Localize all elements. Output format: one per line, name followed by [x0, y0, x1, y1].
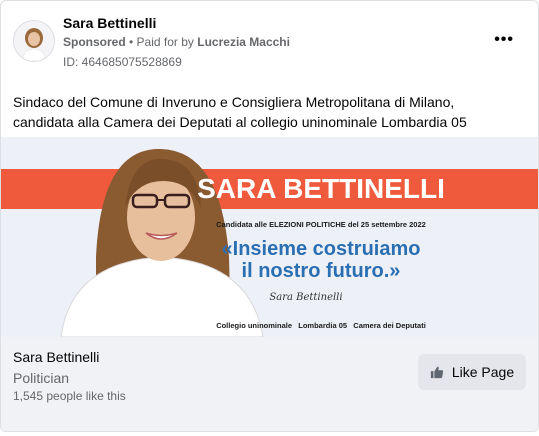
- banner-slogan-line1: «Insieme costruiamo: [222, 238, 421, 260]
- ad-id: ID: 464685075528869: [63, 55, 182, 69]
- banner-signature: Sara Bettinelli: [269, 292, 342, 303]
- banner-slogan-line2: il nostro futuro.»: [242, 260, 401, 282]
- page-name-link[interactable]: Sara Bettinelli: [63, 15, 156, 31]
- paid-for-prefix: • Paid for by: [129, 35, 194, 49]
- page-footer: Sara Bettinelli Politician 1,545 people …: [1, 337, 538, 431]
- page-avatar[interactable]: [13, 20, 55, 62]
- more-horizontal-icon[interactable]: •••: [494, 31, 514, 49]
- sponsored-line: Sponsored • Paid for by Lucrezia Macchi: [63, 35, 290, 49]
- post-text: Sindaco del Comune di Inveruno e Consigl…: [13, 94, 467, 130]
- sponsored-label: Sponsored: [63, 35, 126, 49]
- payer-name: Lucrezia Macchi: [197, 35, 290, 49]
- banner-footer-line: Collegio uninominale Lombardia 05 Camera…: [216, 321, 426, 330]
- banner-candidacy: Candidata alle ELEZIONI POLITICHE del 25…: [216, 220, 426, 229]
- banner-name: SARA BETTINELLI: [197, 173, 445, 204]
- ad-image[interactable]: SARA BETTINELLI Candidata alle ELEZIONI …: [1, 137, 538, 337]
- footer-page-name[interactable]: Sara Bettinelli: [13, 349, 99, 365]
- like-page-label: Like Page: [451, 364, 515, 380]
- post-header: Sara Bettinelli Sponsored • Paid for by …: [1, 1, 538, 81]
- footer-like-count: 1,545 people like this: [13, 389, 126, 403]
- thumbs-up-icon: [430, 365, 444, 379]
- like-page-button[interactable]: Like Page: [418, 354, 526, 390]
- footer-page-category: Politician: [13, 370, 70, 386]
- ad-card: Sara Bettinelli Sponsored • Paid for by …: [0, 0, 539, 432]
